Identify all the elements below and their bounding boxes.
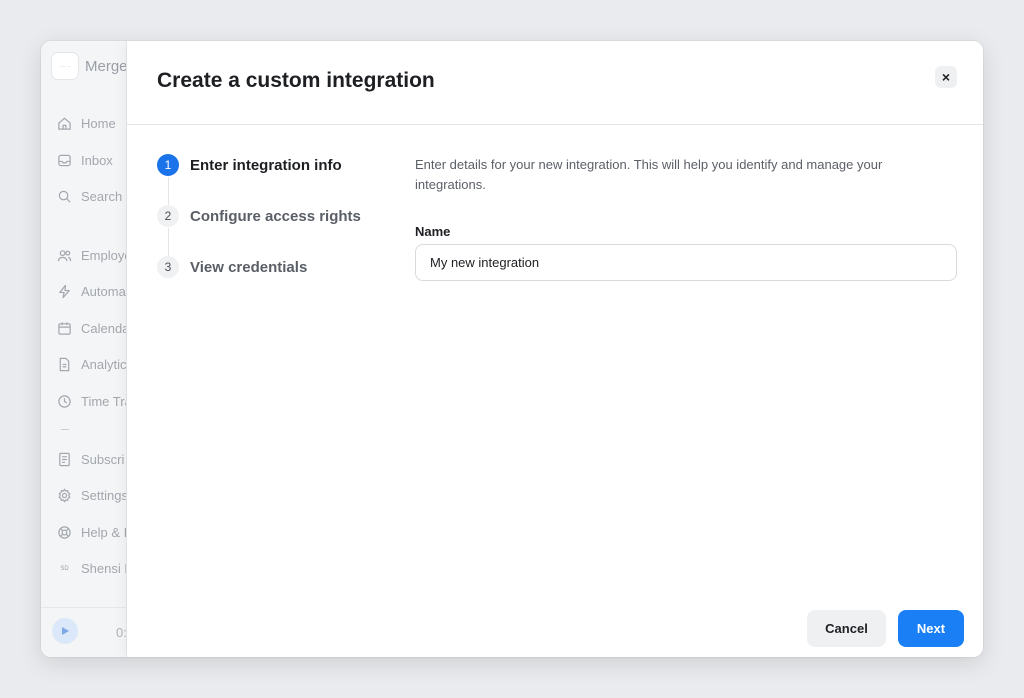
media-player: 0: bbox=[41, 607, 127, 657]
sidebar-item-automations[interactable]: Automa bbox=[57, 284, 126, 299]
modal-title: Create a custom integration bbox=[157, 69, 435, 92]
step-view-credentials[interactable]: 3 View credentials bbox=[157, 256, 307, 278]
search-icon bbox=[58, 190, 71, 203]
next-button[interactable]: Next bbox=[898, 610, 964, 647]
step-label: Enter integration info bbox=[190, 156, 342, 174]
step-description: Enter details for your new integration. … bbox=[415, 157, 883, 192]
step-number: 3 bbox=[157, 256, 179, 278]
step-label: View credentials bbox=[190, 258, 308, 276]
sidebar-item-label: Settings bbox=[81, 488, 127, 503]
brand[interactable]: ···· ··· Merge bbox=[51, 52, 127, 80]
step-connector bbox=[168, 177, 169, 208]
sidebar-item-home[interactable]: Home bbox=[57, 116, 116, 131]
sidebar-item-user[interactable]: SD Shensi D bbox=[57, 561, 126, 576]
sidebar-item-calendar[interactable]: Calenda bbox=[57, 321, 127, 336]
sidebar-item-label: Shensi D bbox=[81, 561, 126, 576]
home-icon bbox=[58, 117, 71, 130]
users-icon bbox=[57, 250, 72, 262]
lifebuoy-icon bbox=[58, 526, 71, 539]
inbox-icon bbox=[58, 154, 71, 167]
sidebar-item-label: Search bbox=[81, 189, 123, 204]
sidebar-item-label: Help & I bbox=[81, 525, 127, 540]
sidebar-separator bbox=[61, 429, 69, 430]
player-time: 0: bbox=[116, 625, 127, 640]
clock-icon bbox=[58, 395, 71, 408]
sidebar-item-label: Home bbox=[81, 116, 116, 131]
step-label: Configure access rights bbox=[190, 207, 361, 225]
sidebar-item-help[interactable]: Help & I bbox=[57, 525, 127, 540]
sidebar-item-label: Analytic bbox=[81, 357, 127, 372]
sidebar-item-label: Time Tra bbox=[81, 394, 127, 409]
bolt-icon bbox=[59, 284, 70, 299]
document-icon bbox=[59, 357, 70, 372]
close-icon: × bbox=[941, 69, 951, 85]
sidebar-item-settings[interactable]: Settings bbox=[57, 488, 127, 503]
name-input[interactable] bbox=[415, 244, 957, 281]
header-divider bbox=[127, 124, 983, 125]
brand-logo: ···· ··· bbox=[51, 52, 79, 80]
close-button[interactable]: × bbox=[935, 66, 957, 88]
sidebar-item-search[interactable]: Search bbox=[57, 189, 122, 204]
step-connector bbox=[168, 228, 169, 259]
step-number: 1 bbox=[157, 154, 179, 176]
sidebar-item-label: Inbox bbox=[81, 153, 113, 168]
calendar-icon bbox=[58, 322, 71, 335]
sidebar-item-label: Employe bbox=[81, 248, 127, 263]
sidebar-item-label: Calenda bbox=[81, 321, 127, 336]
brand-name: Merge bbox=[85, 57, 127, 75]
step-number: 2 bbox=[157, 205, 179, 227]
cancel-button[interactable]: Cancel bbox=[807, 610, 886, 647]
play-icon bbox=[62, 627, 69, 635]
sidebar-item-inbox[interactable]: Inbox bbox=[57, 153, 113, 168]
avatar: SD bbox=[60, 565, 69, 572]
sidebar-item-employees[interactable]: Employe bbox=[57, 248, 127, 263]
app-window: ···· ··· Merge Home Inbox Search Employe… bbox=[41, 41, 983, 657]
create-integration-modal: Create a custom integration × 1 Enter in… bbox=[127, 41, 983, 657]
play-button[interactable] bbox=[52, 618, 78, 644]
receipt-icon bbox=[59, 452, 70, 467]
sidebar-item-time-tracking[interactable]: Time Tra bbox=[57, 394, 127, 409]
sidebar-item-subscriptions[interactable]: Subscri bbox=[57, 452, 124, 467]
sidebar-item-label: Automa bbox=[81, 284, 126, 299]
step-enter-info[interactable]: 1 Enter integration info bbox=[157, 154, 342, 176]
gear-icon bbox=[58, 488, 71, 503]
sidebar-item-analytics[interactable]: Analytic bbox=[57, 357, 127, 372]
sidebar-item-label: Subscri bbox=[81, 452, 125, 467]
sidebar: ···· ··· Merge Home Inbox Search Employe… bbox=[41, 41, 127, 657]
name-field-label: Name bbox=[415, 224, 451, 239]
step-configure-access[interactable]: 2 Configure access rights bbox=[157, 205, 361, 227]
